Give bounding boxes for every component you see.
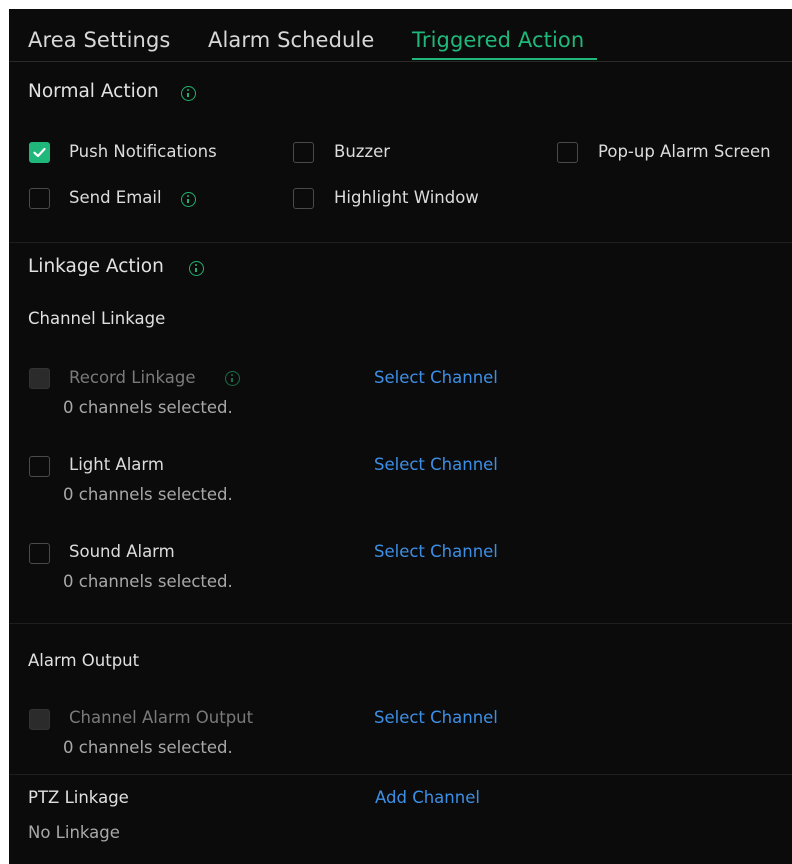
ptz-linkage-status: No Linkage — [28, 823, 120, 842]
sound-alarm-select-channel-link[interactable]: Select Channel — [374, 542, 498, 561]
triggered-action-panel: Area Settings Alarm Schedule Triggered A… — [9, 9, 792, 864]
push-notifications-checkbox[interactable] — [29, 142, 50, 163]
ptz-linkage-title: PTZ Linkage — [28, 788, 129, 807]
light-alarm-label: Light Alarm — [69, 455, 164, 474]
popup-alarm-screen-checkbox[interactable] — [557, 142, 578, 163]
sound-alarm-status: 0 channels selected. — [63, 572, 233, 591]
buzzer-checkbox[interactable] — [293, 142, 314, 163]
info-icon[interactable] — [189, 261, 204, 276]
active-tab-indicator — [412, 58, 597, 60]
channel-alarm-output-status: 0 channels selected. — [63, 738, 233, 757]
sound-alarm-label: Sound Alarm — [69, 542, 175, 561]
section-divider — [9, 242, 792, 243]
channel-alarm-output-select-channel-link[interactable]: Select Channel — [374, 708, 498, 727]
info-icon[interactable] — [181, 86, 196, 101]
add-channel-link[interactable]: Add Channel — [375, 788, 480, 807]
linkage-action-title: Linkage Action — [28, 256, 164, 277]
light-alarm-select-channel-link[interactable]: Select Channel — [374, 455, 498, 474]
send-email-label: Send Email — [69, 188, 162, 207]
record-linkage-checkbox[interactable] — [29, 368, 50, 389]
section-divider — [9, 774, 792, 775]
record-linkage-label: Record Linkage — [69, 368, 196, 387]
checkmark-icon — [33, 147, 46, 158]
push-notifications-label: Push Notifications — [69, 142, 217, 161]
record-linkage-select-channel-link[interactable]: Select Channel — [374, 368, 498, 387]
channel-alarm-output-checkbox[interactable] — [29, 709, 50, 730]
popup-alarm-screen-label: Pop-up Alarm Screen — [598, 142, 771, 161]
normal-action-title: Normal Action — [28, 81, 159, 102]
tabs-divider — [9, 61, 792, 62]
sound-alarm-checkbox[interactable] — [29, 543, 50, 564]
tab-alarm-schedule[interactable]: Alarm Schedule — [208, 28, 374, 52]
alarm-output-title: Alarm Output — [28, 651, 140, 670]
record-linkage-status: 0 channels selected. — [63, 398, 233, 417]
highlight-window-label: Highlight Window — [334, 188, 479, 207]
tab-area-settings[interactable]: Area Settings — [28, 28, 170, 52]
light-alarm-status: 0 channels selected. — [63, 485, 233, 504]
buzzer-label: Buzzer — [334, 142, 391, 161]
tab-triggered-action[interactable]: Triggered Action — [412, 28, 584, 52]
info-icon[interactable] — [225, 371, 240, 386]
highlight-window-checkbox[interactable] — [293, 188, 314, 209]
info-icon[interactable] — [181, 192, 196, 207]
send-email-checkbox[interactable] — [29, 188, 50, 209]
channel-linkage-title: Channel Linkage — [28, 309, 166, 328]
section-divider — [9, 623, 792, 624]
light-alarm-checkbox[interactable] — [29, 456, 50, 477]
channel-alarm-output-label: Channel Alarm Output — [69, 708, 254, 727]
